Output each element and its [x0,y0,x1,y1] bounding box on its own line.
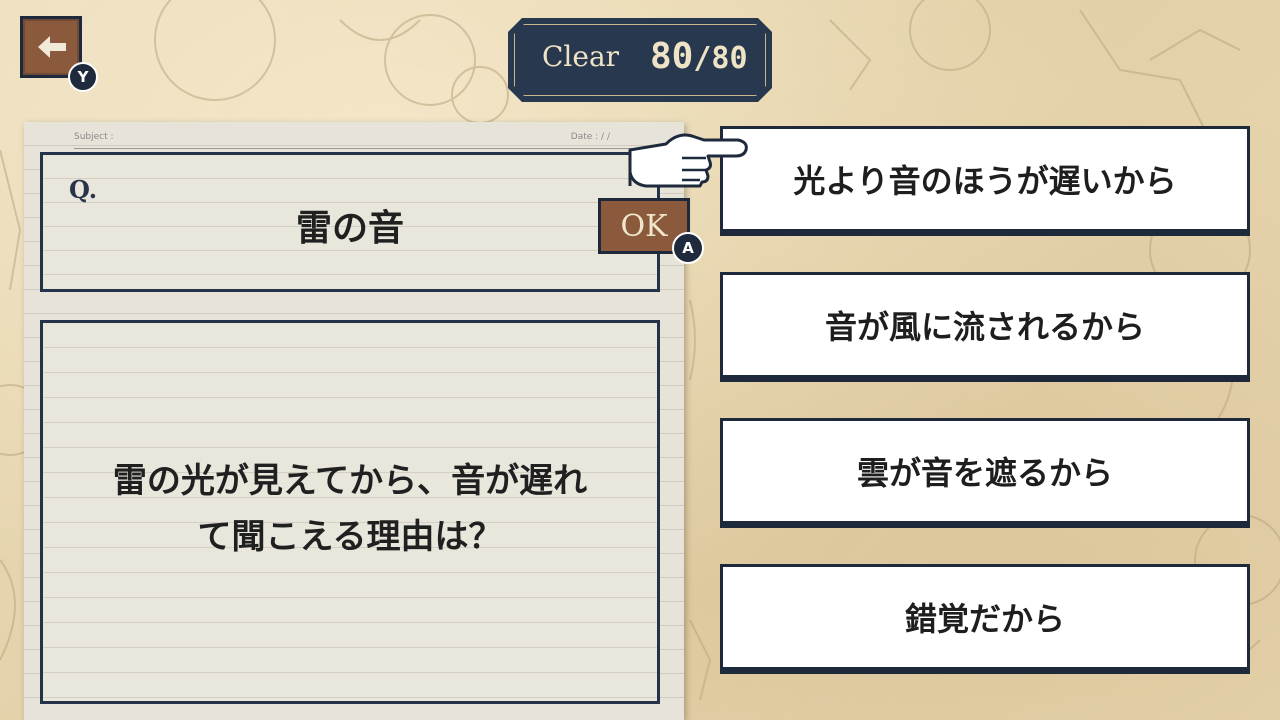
question-text: 雷の光が見えてから、音が遅れ て聞こえる理由は？ [67,453,633,565]
clear-counter-panel: Clear 80/80 [508,18,772,102]
question-title: 雷の音 [295,208,404,249]
question-title-box: Q. 雷の音 [40,152,660,292]
answer-option-4[interactable]: 錯覚だから [720,564,1250,670]
date-label: Date : / / [570,132,610,142]
subject-label: Subject : [74,132,114,142]
clear-total: 80 [711,41,748,76]
answer-option-3[interactable]: 雲が音を遮るから [720,418,1250,524]
answer-option-2[interactable]: 音が風に流されるから [720,272,1250,378]
arrow-left-icon [38,36,66,58]
question-text-line-1: 雷の光が見えてから、音が遅れ [112,461,588,501]
answer-option-1[interactable]: 光より音のほうが遅いから [720,126,1250,232]
clear-separator: / [693,41,712,76]
clear-count: 80/80 [650,36,748,77]
y-button-hint: Y [68,62,98,92]
notebook-header-line [74,148,644,149]
question-text-line-2: て聞こえる理由は？ [197,517,503,557]
notebook-header: Subject : Date : / / [74,132,644,146]
a-button-hint: A [672,232,704,264]
question-body-box: 雷の光が見えてから、音が遅れ て聞こえる理由は？ [40,320,660,704]
clear-count-value: 80 [650,36,694,77]
pointing-hand-icon [628,133,748,188]
clear-label: Clear [542,40,620,73]
